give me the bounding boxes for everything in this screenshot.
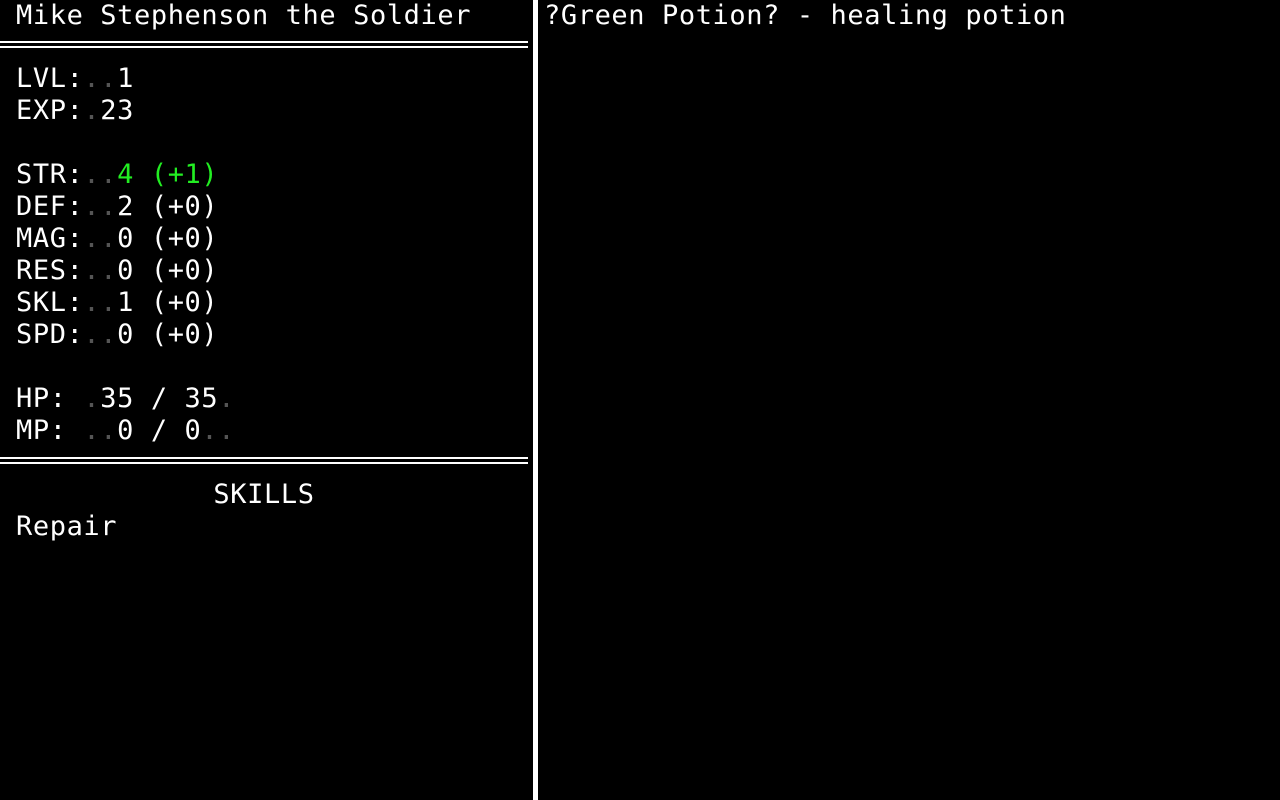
hp-row: HP: .35 / 35. bbox=[16, 383, 235, 415]
stat-row-str: STR:..4 (+1) bbox=[16, 159, 218, 191]
stat-value: 1 (+0) bbox=[117, 287, 219, 318]
level-row: LVL:..1 bbox=[16, 63, 134, 95]
stat-pad: .. bbox=[83, 159, 118, 190]
divider-top-2 bbox=[0, 46, 528, 48]
level-value: 1 bbox=[117, 63, 134, 94]
stat-row-spd: SPD:..0 (+0) bbox=[16, 319, 218, 351]
stat-pad: .. bbox=[83, 255, 118, 286]
divider-top-1 bbox=[0, 41, 528, 43]
stat-value: 0 (+0) bbox=[117, 319, 219, 350]
stat-label: SPD: bbox=[16, 319, 84, 350]
stat-label: STR: bbox=[16, 159, 84, 190]
skills-heading: SKILLS bbox=[213, 479, 315, 510]
level-label: LVL: bbox=[16, 63, 84, 94]
stat-label: RES: bbox=[16, 255, 84, 286]
stat-value: 4 (+1) bbox=[117, 159, 219, 190]
level-pad: .. bbox=[83, 63, 118, 94]
mp-pad: .. bbox=[83, 415, 118, 446]
divider-mid-2 bbox=[0, 462, 528, 464]
mp-label: MP: bbox=[16, 415, 84, 446]
hp-value: 35 / 35 bbox=[100, 383, 219, 414]
hp-pad-after: . bbox=[218, 383, 236, 414]
divider-mid-1 bbox=[0, 457, 528, 459]
message-text: ?Green Potion? - healing potion bbox=[544, 0, 1067, 31]
stat-value: 0 (+0) bbox=[117, 255, 219, 286]
exp-label: EXP: bbox=[16, 95, 84, 126]
character-title: Mike Stephenson the Soldier bbox=[16, 0, 472, 31]
stat-row-skl: SKL:..1 (+0) bbox=[16, 287, 218, 319]
exp-value: 23 bbox=[100, 95, 134, 126]
stat-value: 0 (+0) bbox=[117, 223, 219, 254]
stat-pad: .. bbox=[83, 319, 118, 350]
hp-pad: . bbox=[83, 383, 101, 414]
stat-pad: .. bbox=[83, 191, 118, 222]
stat-row-res: RES:..0 (+0) bbox=[16, 255, 218, 287]
stat-label: MAG: bbox=[16, 223, 84, 254]
mp-value: 0 / 0 bbox=[117, 415, 202, 446]
stat-label: DEF: bbox=[16, 191, 84, 222]
stat-row-mag: MAG:..0 (+0) bbox=[16, 223, 218, 255]
panel-divider bbox=[533, 0, 538, 800]
hp-label: HP: bbox=[16, 383, 84, 414]
exp-pad: . bbox=[83, 95, 101, 126]
stat-pad: .. bbox=[83, 223, 118, 254]
exp-row: EXP:.23 bbox=[16, 95, 134, 127]
mp-pad-after: .. bbox=[201, 415, 236, 446]
stat-pad: .. bbox=[83, 287, 118, 318]
mp-row: MP: ..0 / 0.. bbox=[16, 415, 235, 447]
stat-value: 2 (+0) bbox=[117, 191, 219, 222]
stat-row-def: DEF:..2 (+0) bbox=[16, 191, 218, 223]
skill-item[interactable]: Repair bbox=[16, 511, 117, 543]
stat-label: SKL: bbox=[16, 287, 84, 318]
